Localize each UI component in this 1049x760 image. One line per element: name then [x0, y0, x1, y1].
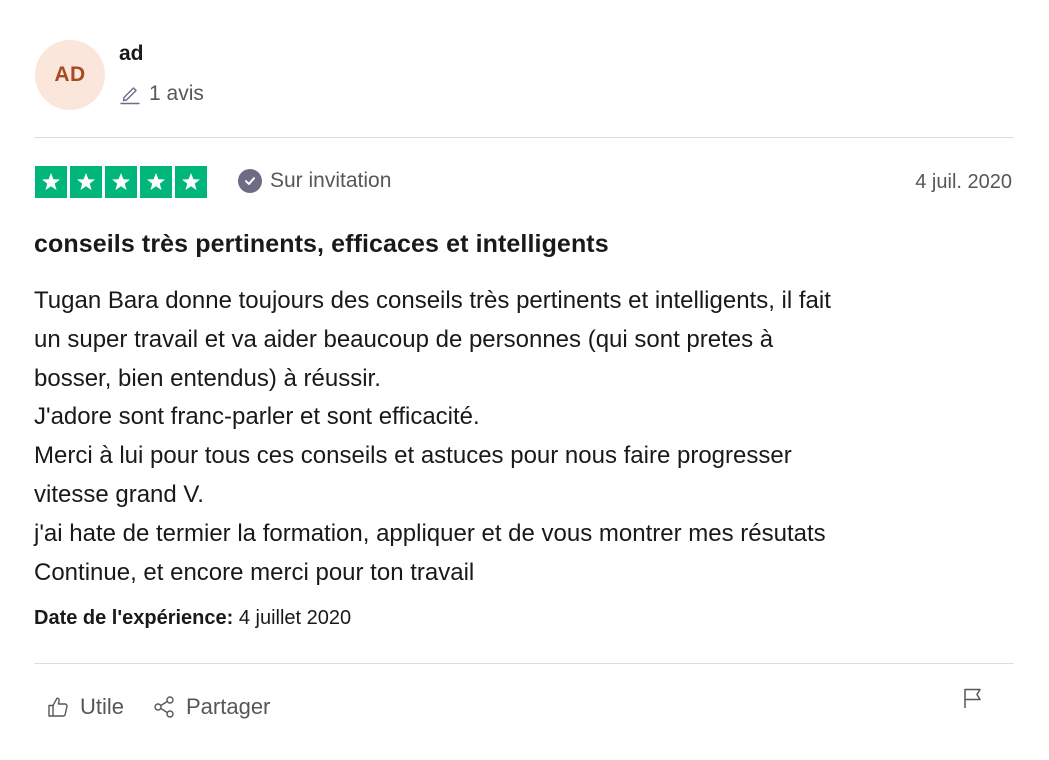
- thumbs-up-icon: [46, 695, 70, 719]
- review-card: AD ad 1 avis Sur invitation 4 juil. 2020…: [34, 0, 1014, 760]
- review-body-line: bosser, bien entendus) à réussir.: [34, 364, 381, 392]
- flag-icon: [962, 686, 984, 710]
- useful-button[interactable]: Utile: [46, 694, 124, 720]
- pencil-icon: [119, 83, 141, 105]
- avatar-initials: AD: [54, 63, 86, 86]
- review-body-line: Tugan Bara donne toujours des conseils t…: [34, 287, 831, 314]
- share-button[interactable]: Partager: [152, 694, 270, 720]
- review-body-line: J'adore sont franc-parler et sont effica…: [34, 403, 480, 431]
- useful-label: Utile: [80, 694, 125, 719]
- review-count-label: 1 avis: [149, 82, 204, 105]
- experience-date-value: 4 juillet 2020: [238, 607, 352, 629]
- review-count: 1 avis: [119, 82, 204, 106]
- review-body: Tugan Bara donne toujours des conseils t…: [34, 282, 1009, 592]
- experience-date: Date de l'expérience: 4 juillet 2020: [34, 607, 351, 630]
- verification-badge[interactable]: Sur invitation: [238, 169, 391, 193]
- reviewer-name[interactable]: ad: [119, 42, 144, 66]
- star-icon: [175, 166, 207, 198]
- review-body-line: vitesse grand V.: [34, 480, 204, 508]
- divider: [34, 663, 1014, 664]
- share-icon: [152, 695, 176, 719]
- star-icon: [35, 166, 67, 198]
- star-icon: [70, 166, 102, 198]
- avatar[interactable]: AD: [35, 40, 105, 110]
- star-rating: [35, 166, 207, 198]
- review-body-line: un super travail et va aider beaucoup de…: [34, 325, 774, 353]
- share-label: Partager: [186, 694, 271, 719]
- review-date: 4 juil. 2020: [915, 171, 1012, 193]
- check-circle-icon: [238, 169, 262, 193]
- experience-date-label: Date de l'expérience:: [34, 607, 234, 629]
- divider: [34, 137, 1014, 138]
- star-icon: [105, 166, 137, 198]
- flag-button[interactable]: [962, 686, 984, 710]
- review-body-line: j'ai hate de termier la formation, appli…: [34, 519, 826, 547]
- review-body-line: Continue, et encore merci pour ton trava…: [34, 558, 475, 586]
- verification-label: Sur invitation: [270, 169, 392, 192]
- review-body-line: Merci à lui pour tous ces conseils et as…: [34, 442, 792, 470]
- star-icon: [140, 166, 172, 198]
- review-title: conseils très pertinents, efficaces et i…: [34, 230, 609, 258]
